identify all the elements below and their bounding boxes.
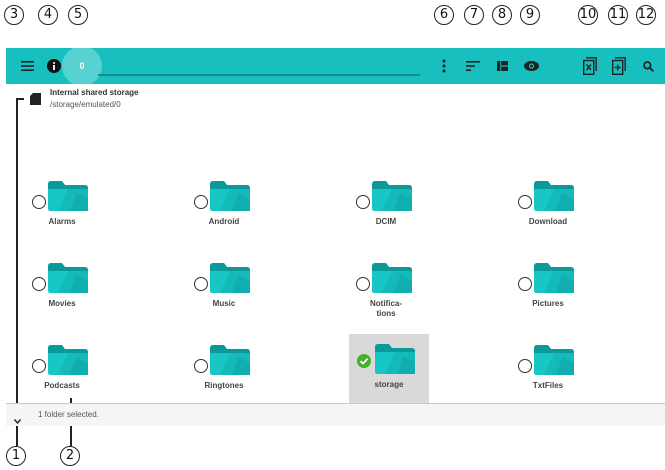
folder-icon (48, 181, 88, 211)
info-icon[interactable] (46, 48, 62, 84)
callout-8: 8 (492, 5, 512, 25)
selection-radio[interactable] (356, 277, 370, 291)
chevron-down-icon[interactable] (13, 411, 22, 429)
callout-6: 6 (434, 5, 454, 25)
folder-icon (534, 345, 574, 375)
folder-item[interactable]: Notifica- tions (346, 257, 426, 321)
folder-icon (210, 345, 250, 375)
folder-item[interactable]: Ringtones (184, 339, 264, 403)
view-grid-icon[interactable] (494, 48, 510, 84)
folder-item[interactable]: Download (508, 175, 588, 239)
folder-label: Android (208, 217, 240, 226)
folder-label: Alarms (48, 217, 76, 226)
callout-11: 11 (608, 5, 628, 25)
folder-icon (210, 263, 250, 293)
folder-icon (372, 263, 412, 293)
selection-radio[interactable] (194, 195, 208, 209)
folder-icon (48, 263, 88, 293)
folder-item[interactable]: Movies (22, 257, 102, 321)
folder-item[interactable]: Podcasts (22, 339, 102, 403)
callout-3: 3 (4, 5, 24, 25)
more-vert-icon[interactable] (438, 48, 450, 84)
selection-radio[interactable] (32, 359, 46, 373)
folder-label: Ringtones (204, 381, 244, 390)
leader-line-1-tick (16, 98, 24, 100)
folder-label: DCIM (375, 217, 397, 226)
folder-label: Download (528, 217, 568, 226)
folder-icon (48, 345, 88, 375)
selection-radio[interactable] (518, 277, 532, 291)
selection-radio[interactable] (356, 195, 370, 209)
leader-line-1 (16, 98, 18, 446)
callout-4: 4 (38, 5, 58, 25)
folder-label: Notifica- tions (370, 299, 402, 318)
selection-radio[interactable] (518, 195, 532, 209)
menu-icon[interactable] (18, 48, 36, 84)
sort-icon[interactable] (464, 48, 482, 84)
progress-line (98, 74, 420, 76)
selection-radio[interactable] (518, 359, 532, 373)
folder-item[interactable]: DCIM (346, 175, 426, 239)
deselect-icon[interactable] (581, 48, 599, 84)
check-circle-icon[interactable] (357, 354, 371, 368)
sd-card-icon (30, 92, 41, 110)
callout-1: 1 (6, 446, 26, 466)
folder-item[interactable]: Music (184, 257, 264, 321)
folder-item[interactable]: Android (184, 175, 264, 239)
callout-9: 9 (520, 5, 540, 25)
status-bar: 1 folder selected. (6, 403, 665, 426)
folder-label: Podcasts (44, 381, 80, 390)
selection-radio[interactable] (194, 359, 208, 373)
search-icon[interactable] (640, 48, 656, 84)
folder-item[interactable]: Pictures (508, 257, 588, 321)
callout-5: 5 (68, 5, 88, 25)
storage-title: Internal shared storage (50, 88, 139, 97)
eye-icon[interactable] (522, 48, 540, 84)
folder-icon (210, 181, 250, 211)
folder-icon (372, 181, 412, 211)
folder-item[interactable]: Alarms (22, 175, 102, 239)
selection-radio[interactable] (32, 195, 46, 209)
selection-counter[interactable]: 0 (62, 46, 102, 86)
folder-item[interactable]: storage (349, 334, 429, 404)
folder-icon (534, 263, 574, 293)
callout-12: 12 (636, 5, 656, 25)
selection-radio[interactable] (32, 277, 46, 291)
callout-2: 2 (60, 446, 80, 466)
callout-10: 10 (578, 5, 598, 25)
folder-item[interactable]: TxtFiles (508, 339, 588, 403)
select-all-icon[interactable] (610, 48, 628, 84)
folder-label: TxtFiles (532, 381, 564, 390)
status-text: 1 folder selected. (38, 410, 99, 419)
app-toolbar (6, 48, 665, 84)
storage-path: /storage/emulated/0 (50, 100, 121, 109)
folder-icon (375, 344, 415, 374)
folder-label: Pictures (532, 299, 564, 308)
folder-icon (534, 181, 574, 211)
folder-label: Movies (48, 299, 76, 308)
folder-label: storage (374, 380, 404, 389)
selection-radio[interactable] (194, 277, 208, 291)
callout-7: 7 (464, 5, 484, 25)
folder-label: Music (212, 299, 236, 308)
